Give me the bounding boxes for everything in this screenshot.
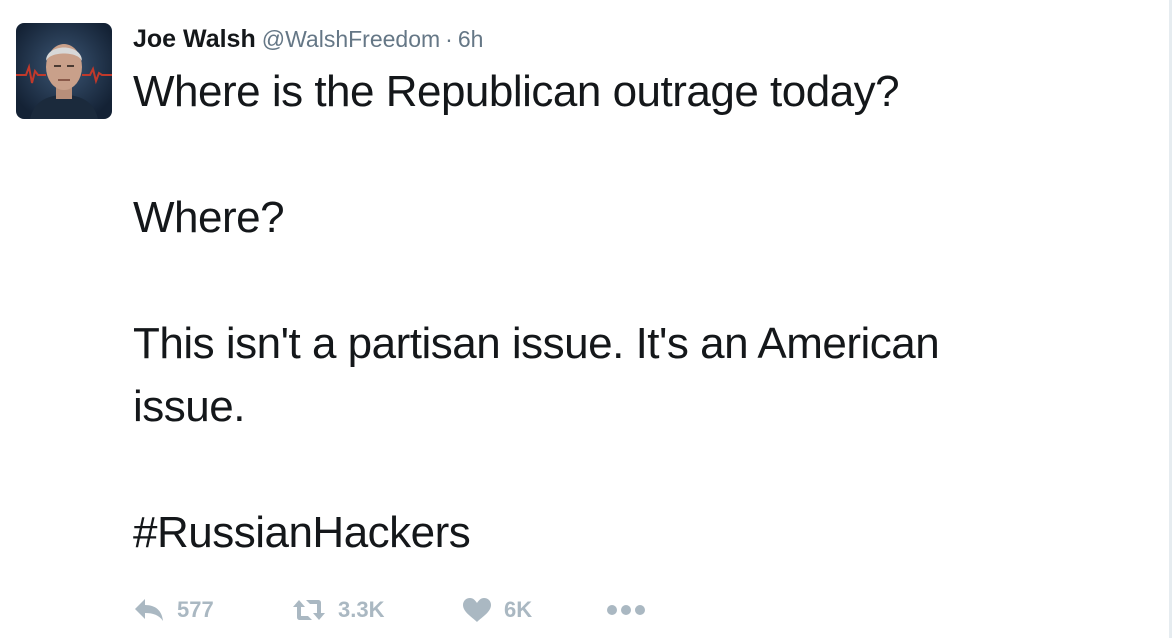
like-button[interactable]: 6K (462, 592, 532, 628)
heart-icon (463, 598, 491, 622)
tweet-line: Where? (133, 193, 285, 242)
author-name[interactable]: Joe Walsh (133, 25, 256, 53)
more-dots-icon (607, 605, 645, 615)
hashtag-link[interactable]: #RussianHackers (133, 501, 1133, 564)
tweet-line-break (133, 123, 1133, 186)
more-button[interactable] (606, 592, 646, 628)
tweet-line-break (133, 438, 1133, 501)
tweet-timestamp[interactable]: 6h (458, 26, 484, 52)
reply-count: 577 (177, 597, 214, 622)
reply-button[interactable]: 577 (133, 592, 214, 628)
retweet-button[interactable]: 3.3K (292, 592, 384, 628)
tweet-line: Where is the Republican outrage today? (133, 67, 900, 116)
reply-arrow-icon (135, 599, 163, 621)
avatar-image (16, 23, 112, 119)
tweet-text: Where is the Republican outrage today? W… (133, 60, 1133, 564)
like-count: 6K (504, 597, 533, 622)
avatar[interactable] (16, 23, 112, 119)
tweet-line: issue. (133, 382, 245, 431)
retweet-count: 3.3K (338, 597, 385, 622)
tweet-line-break (133, 249, 1133, 312)
retweet-icon (293, 600, 325, 620)
author-handle[interactable]: @WalshFreedom (262, 26, 440, 52)
header-separator: · (445, 26, 453, 52)
tweet-line: This isn't a partisan issue. It's an Ame… (133, 319, 940, 368)
tweet-header: Joe Walsh @WalshFreedom · 6h (133, 22, 483, 56)
